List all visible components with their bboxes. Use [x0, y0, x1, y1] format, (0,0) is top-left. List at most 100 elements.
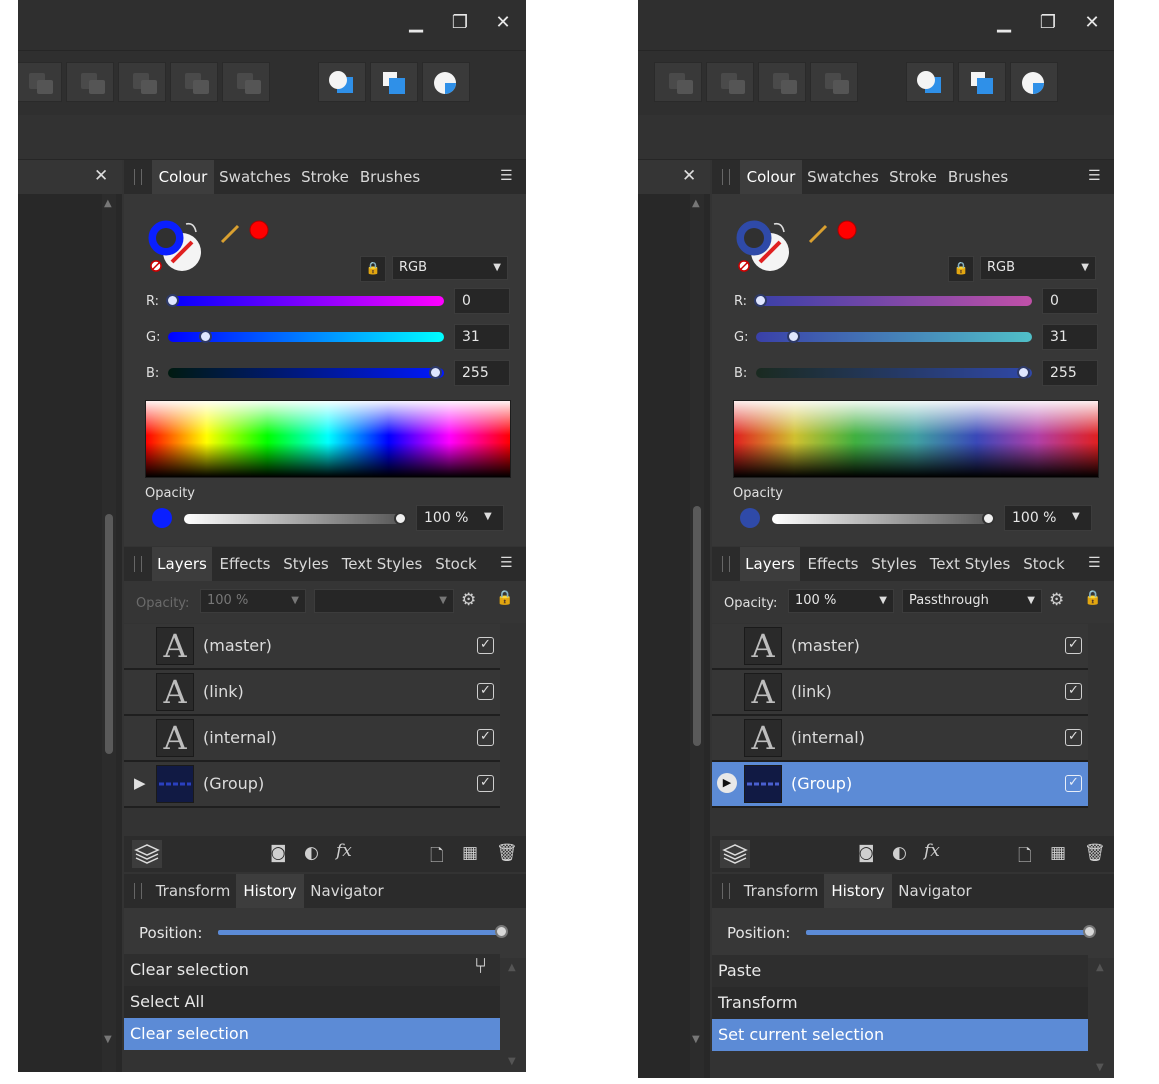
trash-icon[interactable]: 🗑: [496, 843, 518, 863]
history-item-selected[interactable]: Set current selection: [712, 1019, 1088, 1051]
scroll-up-icon[interactable]: ▲: [1096, 962, 1104, 973]
lock-icon[interactable]: 🔒: [948, 256, 974, 282]
boolean-xor-button[interactable]: [758, 62, 806, 102]
boolean-intersect-button[interactable]: [118, 62, 166, 102]
tab-layers[interactable]: Layers: [740, 547, 800, 581]
tab-styles[interactable]: Styles: [278, 547, 334, 581]
scroll-down-icon[interactable]: ▼: [692, 1034, 700, 1045]
r-slider-knob[interactable]: [754, 294, 767, 307]
boolean-xor-button[interactable]: [170, 62, 218, 102]
mask-icon[interactable]: ◙: [270, 843, 287, 863]
layer-row[interactable]: A (master) ✓: [712, 624, 1088, 670]
history-item[interactable]: Transform: [712, 987, 1088, 1019]
fx-icon[interactable]: fx: [336, 841, 352, 861]
history-item[interactable]: Select All: [124, 986, 500, 1018]
boolean-subtract-button[interactable]: [654, 62, 702, 102]
visibility-checkbox[interactable]: ✓: [477, 775, 494, 792]
layers-stack-icon[interactable]: [720, 840, 750, 868]
panel-menu-icon[interactable]: ☰: [1088, 168, 1102, 184]
panel-menu-icon[interactable]: ☰: [1088, 555, 1102, 571]
picked-colour-swatch[interactable]: [249, 220, 269, 240]
tab-brushes[interactable]: Brushes: [356, 160, 424, 194]
layer-row[interactable]: A (master) ✓: [124, 624, 500, 670]
tab-styles[interactable]: Styles: [866, 547, 922, 581]
left-dock-scrollbar[interactable]: ▲ ▼: [690, 194, 704, 1078]
visibility-checkbox[interactable]: ✓: [1065, 637, 1082, 654]
r-slider-knob[interactable]: [166, 294, 179, 307]
b-value-field[interactable]: 255: [454, 360, 510, 386]
tab-transform[interactable]: Transform: [740, 874, 822, 908]
minimize-icon[interactable]: ▁: [401, 10, 431, 36]
lock-icon[interactable]: 🔒: [1084, 590, 1101, 606]
arrange-front-button[interactable]: [906, 62, 954, 102]
expand-triangle-icon[interactable]: ▶: [134, 774, 146, 792]
position-slider[interactable]: [218, 930, 502, 935]
r-slider[interactable]: [168, 296, 444, 306]
restore-icon[interactable]: ❐: [1033, 10, 1063, 36]
r-slider[interactable]: [756, 296, 1032, 306]
r-value-field[interactable]: 0: [1042, 288, 1098, 314]
colour-model-select[interactable]: RGB ▼: [392, 256, 508, 280]
chevron-down-icon[interactable]: ▼: [484, 511, 492, 522]
blend-mode-select[interactable]: ▼: [314, 589, 454, 613]
history-item-selected[interactable]: Clear selection: [124, 1018, 500, 1050]
close-icon[interactable]: ✕: [488, 10, 518, 36]
adjustment-icon[interactable]: ◐: [892, 843, 907, 863]
position-slider-knob[interactable]: [1083, 925, 1096, 938]
current-colour-swatch[interactable]: [740, 508, 760, 528]
lock-icon[interactable]: 🔒: [496, 590, 513, 606]
layer-row[interactable]: ▶ (Group) ✓: [124, 762, 500, 808]
new-layer-icon[interactable]: 🗋: [430, 843, 444, 872]
b-slider-knob[interactable]: [429, 366, 442, 379]
colour-model-select[interactable]: RGB ▼: [980, 256, 1096, 280]
colour-spectrum[interactable]: [733, 400, 1099, 478]
boolean-intersect-button[interactable]: [706, 62, 754, 102]
visibility-checkbox[interactable]: ✓: [477, 729, 494, 746]
eyedropper-icon[interactable]: [220, 224, 240, 244]
panel-grip[interactable]: [722, 883, 730, 899]
visibility-checkbox[interactable]: ✓: [1065, 683, 1082, 700]
history-item[interactable]: Paste: [712, 955, 1088, 987]
boolean-subtract-button[interactable]: [66, 62, 114, 102]
colour-spectrum[interactable]: [145, 400, 511, 478]
layer-row[interactable]: A (link) ✓: [712, 670, 1088, 716]
tab-effects[interactable]: Effects: [214, 547, 276, 581]
scroll-down-icon[interactable]: ▼: [508, 1056, 516, 1067]
minimize-icon[interactable]: ▁: [989, 10, 1019, 36]
swap-icon[interactable]: [773, 222, 785, 233]
b-slider[interactable]: [756, 368, 1032, 378]
eyedropper-icon[interactable]: [808, 224, 828, 244]
arrange-back-button[interactable]: [958, 62, 1006, 102]
g-value-field[interactable]: 31: [454, 324, 510, 350]
panel-grip[interactable]: [134, 169, 142, 185]
chevron-down-icon[interactable]: ▼: [1072, 511, 1080, 522]
panel-grip[interactable]: [722, 556, 730, 572]
swap-icon[interactable]: [185, 222, 197, 233]
pixel-layer-icon[interactable]: ▦: [1050, 843, 1066, 863]
close-icon[interactable]: ✕: [1077, 10, 1107, 36]
close-icon[interactable]: ✕: [682, 166, 696, 186]
boolean-add-button[interactable]: [18, 62, 62, 102]
layers-stack-icon[interactable]: [132, 840, 162, 868]
layer-opacity-select[interactable]: 100 % ▼: [788, 589, 894, 613]
r-value-field[interactable]: 0: [454, 288, 510, 314]
branch-icon[interactable]: ⑂: [474, 954, 487, 979]
layer-row[interactable]: A (internal) ✓: [124, 716, 500, 762]
panel-grip[interactable]: [134, 556, 142, 572]
fx-icon[interactable]: fx: [924, 841, 940, 861]
tab-stroke[interactable]: Stroke: [884, 160, 942, 194]
tab-navigator[interactable]: Navigator: [306, 874, 388, 908]
gear-icon[interactable]: ⚙: [461, 590, 476, 610]
scroll-up-icon[interactable]: ▲: [508, 962, 516, 973]
layer-row[interactable]: A (internal) ✓: [712, 716, 1088, 762]
tab-colour[interactable]: Colour: [152, 160, 214, 194]
tab-stock[interactable]: Stock: [430, 547, 482, 581]
tab-brushes[interactable]: Brushes: [944, 160, 1012, 194]
tab-stroke[interactable]: Stroke: [296, 160, 354, 194]
panel-grip[interactable]: [722, 169, 730, 185]
tab-layers[interactable]: Layers: [152, 547, 212, 581]
arrange-forward-button[interactable]: [1010, 62, 1058, 102]
scroll-down-icon[interactable]: ▼: [104, 1034, 112, 1045]
picked-colour-swatch[interactable]: [837, 220, 857, 240]
scroll-thumb[interactable]: [693, 506, 701, 746]
